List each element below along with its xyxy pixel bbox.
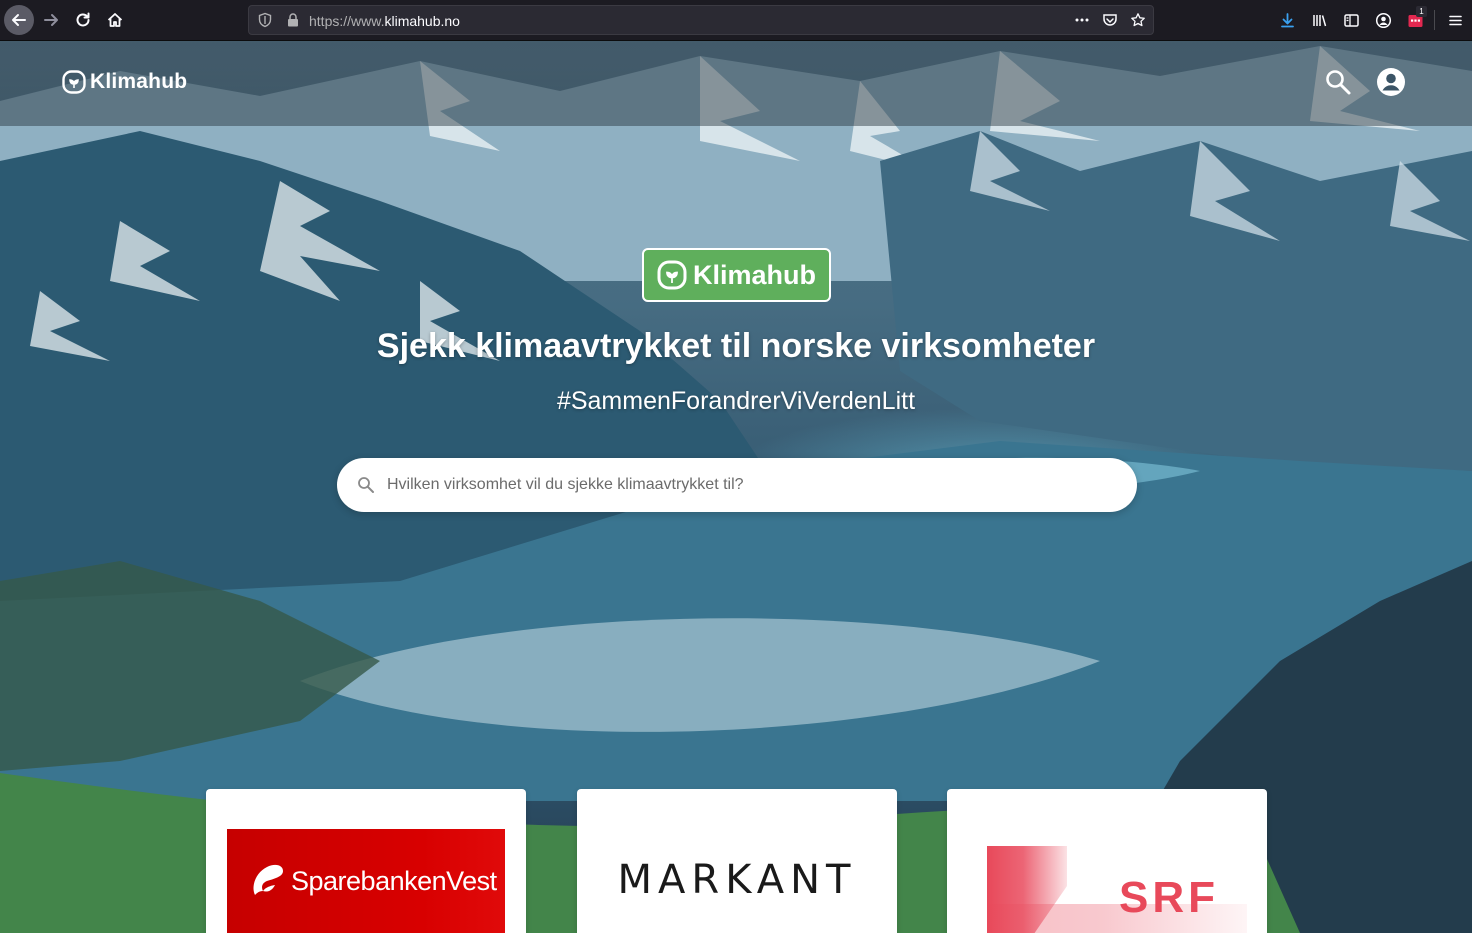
site-logo-text: Klimahub (90, 70, 188, 93)
company-card[interactable]: SparebankenVest (206, 789, 526, 933)
pocket-icon (1103, 14, 1117, 26)
star-icon (1131, 13, 1145, 27)
hero-badge-text: Klimahub (692, 259, 816, 290)
sidebar-button[interactable] (1342, 11, 1360, 29)
forward-button[interactable] (36, 5, 66, 35)
menu-button[interactable] (1446, 11, 1464, 29)
account-button[interactable] (1374, 11, 1392, 29)
more-dots-icon (1075, 18, 1089, 22)
url-actions (1073, 11, 1147, 29)
pocket-button[interactable] (1101, 11, 1119, 29)
back-button[interactable] (4, 5, 34, 35)
hero-logo-badge: Klimahub (642, 248, 831, 302)
klimahub-leaf-icon (657, 260, 687, 290)
account-circle-icon (1375, 12, 1391, 28)
company-search-input[interactable] (387, 458, 1117, 512)
company-name: MARKANT (617, 857, 857, 903)
shield-icon[interactable] (257, 12, 273, 28)
sparebanken-swoosh-icon (253, 864, 283, 895)
library-icon (1312, 14, 1326, 26)
reload-icon (76, 12, 90, 27)
hero-hashtag: #SammenForandrerViVerdenLitt (556, 387, 916, 415)
address-bar[interactable]: https://www.klimahub.no (248, 5, 1154, 35)
hamburger-menu-icon (1448, 15, 1462, 25)
download-icon (1280, 12, 1294, 27)
company-name: SRF (1119, 873, 1219, 922)
hero-title: Sjekk klimaavtrykket til norske virksomh… (376, 327, 1096, 365)
sidebar-icon (1343, 13, 1359, 27)
page-actions-button[interactable] (1073, 11, 1091, 29)
library-button[interactable] (1310, 11, 1328, 29)
arrow-left-icon (12, 14, 26, 26)
company-name: SparebankenVest (291, 865, 497, 896)
site-header: Klimahub (0, 41, 1472, 126)
url-host: klimahub.no (384, 13, 460, 29)
downloads-button[interactable] (1278, 11, 1296, 29)
browser-toolbar: https://www.klimahub.no 1 (0, 0, 1472, 41)
home-button[interactable] (100, 5, 130, 35)
search-icon[interactable] (1324, 68, 1352, 96)
klimahub-leaf-icon (62, 70, 86, 94)
bookmark-star-button[interactable] (1129, 11, 1147, 29)
company-logo: SparebankenVest (227, 829, 505, 933)
lock-icon[interactable] (285, 12, 301, 28)
company-card[interactable]: MARKANT (577, 789, 897, 933)
toolbar-separator (1434, 10, 1435, 30)
extension-badge: 1 (1416, 6, 1427, 17)
url-text[interactable]: https://www.klimahub.no (309, 13, 460, 29)
arrow-right-icon (44, 14, 58, 26)
home-icon (107, 13, 123, 27)
company-search-box[interactable] (337, 458, 1137, 512)
site-logo[interactable]: Klimahub (62, 70, 187, 94)
url-prefix: https://www. (309, 13, 385, 29)
company-card[interactable]: SRF (947, 789, 1267, 933)
reload-button[interactable] (68, 5, 98, 35)
user-account-icon[interactable] (1376, 67, 1406, 97)
page-viewport: Klimahub Klimahub Sjekk klimaavtrykket t… (0, 41, 1472, 933)
search-icon (358, 477, 374, 493)
